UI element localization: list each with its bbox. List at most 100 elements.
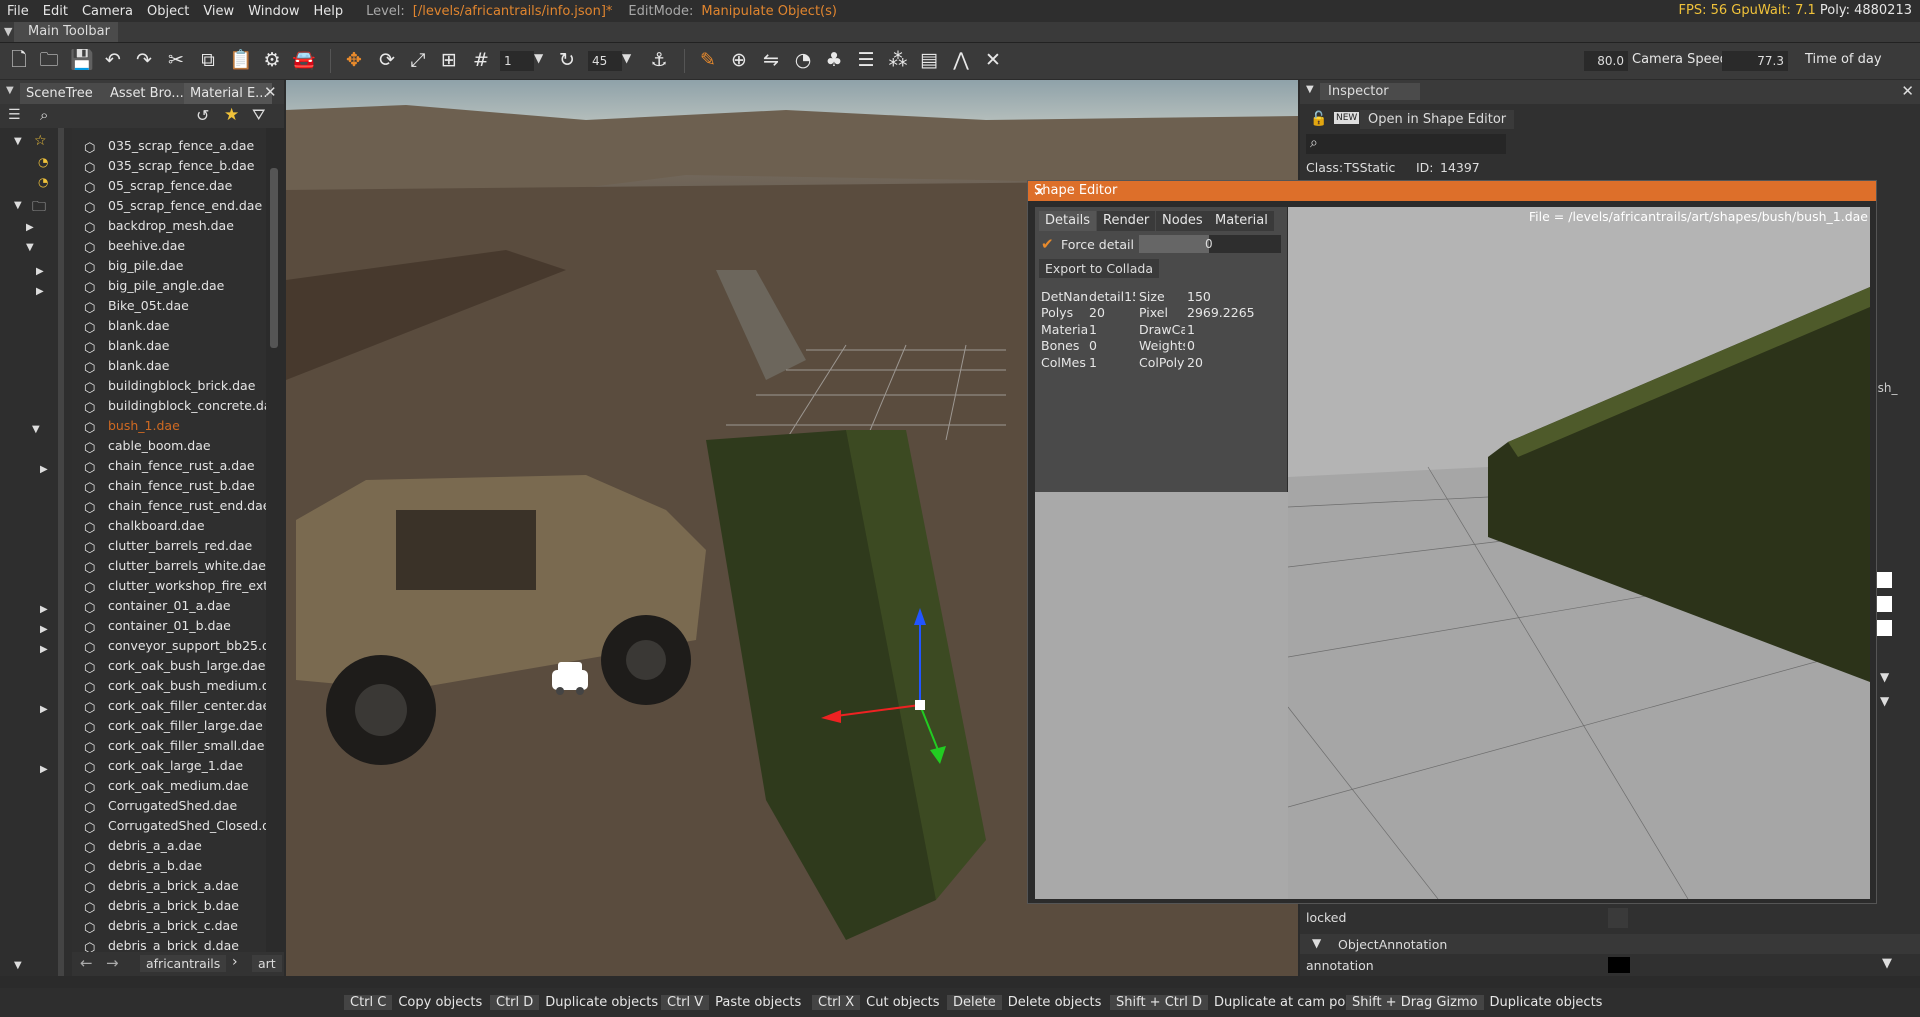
tab-material[interactable]: Material	[1209, 211, 1274, 231]
list-item[interactable]: ⬡ debris_a_b.dae	[72, 856, 266, 876]
tree-list-icon[interactable]: ☰	[8, 107, 21, 123]
back-arrow-icon[interactable]: ←	[80, 954, 93, 972]
menu-view[interactable]: View	[196, 4, 241, 19]
locked-checkbox[interactable]	[1608, 908, 1628, 928]
list-item[interactable]: ⬡ blank.dae	[72, 336, 266, 356]
redo-icon[interactable]: ↷	[133, 49, 155, 71]
menu-help[interactable]: Help	[306, 4, 350, 19]
list-item[interactable]: ⬡ blank.dae	[72, 316, 266, 336]
close-icon[interactable]: ✕	[264, 83, 277, 101]
expand-icon[interactable]: ▼	[26, 242, 34, 253]
shape-editor-titlebar[interactable]: Shape Editor ✕	[1028, 181, 1876, 201]
close-icon[interactable]: ✕	[1034, 183, 1868, 203]
shape-preview-viewport[interactable]: File = /levels/africantrails/art/shapes/…	[1288, 207, 1870, 899]
collapse-arrow-icon[interactable]: ▶	[36, 286, 44, 297]
annotation-dropdown-icon[interactable]: ▼	[1882, 956, 1892, 971]
scale-gizmo-icon[interactable]: ⤢	[407, 49, 429, 71]
list-item[interactable]: ⬡ container_01_b.dae	[72, 616, 266, 636]
folder-icon[interactable]: 🗀	[32, 196, 46, 220]
add-object-icon[interactable]: ⊕	[728, 49, 750, 71]
list-item[interactable]: ⬡ chain_fence_rust_b.dae	[72, 476, 266, 496]
terrain-paint-icon[interactable]: ◔	[792, 49, 814, 71]
list-item[interactable]: ⬡ buildingblock_concrete.da	[72, 396, 266, 416]
road-icon[interactable]: ⋀	[950, 49, 972, 71]
scatter-icon[interactable]: ⁂	[887, 49, 909, 71]
collapse-arrow-icon[interactable]: ▶	[40, 704, 48, 715]
list-item[interactable]: ⬡ cork_oak_bush_medium.da	[72, 676, 266, 696]
breadcrumb-item[interactable]: africantrails	[140, 955, 227, 972]
color-swatch[interactable]	[1876, 596, 1892, 612]
list-item[interactable]: ⬡ 05_scrap_fence.dae	[72, 176, 266, 196]
list-item[interactable]: ⬡ debris_a_brick_b.dae	[72, 896, 266, 916]
inspector-tab[interactable]: Inspector	[1320, 83, 1420, 100]
menu-window[interactable]: Window	[241, 4, 306, 19]
list-item[interactable]: ⬡ cork_oak_filler_center.dae	[72, 696, 266, 716]
tab-nodes[interactable]: Nodes	[1156, 211, 1209, 231]
rotate-gizmo-icon[interactable]: ⟳	[376, 49, 398, 71]
list-item[interactable]: ⬡ Bike_05t.dae	[72, 296, 266, 316]
close-icon[interactable]: ✕	[1901, 82, 1914, 100]
snap-value-field[interactable]: 1	[500, 51, 534, 71]
list-item[interactable]: ⬡ CorrugatedShed_Closed.d	[72, 816, 266, 836]
list-item[interactable]: ⬡ conveyor_support_bb25.da	[72, 636, 266, 656]
menu-camera[interactable]: Camera	[75, 4, 140, 19]
menu-file[interactable]: File	[0, 4, 36, 19]
color-swatch[interactable]	[1876, 620, 1892, 636]
collapse-arrow-icon[interactable]: ▶	[40, 644, 48, 655]
snap-dropdown-icon[interactable]: ▼	[534, 51, 543, 65]
collapse-arrow-icon[interactable]: ▶	[36, 266, 44, 277]
collapse-icon[interactable]: ▼	[6, 85, 14, 96]
color-swatch[interactable]	[1876, 572, 1892, 588]
dropdown-arrow-icon[interactable]: ▼	[1880, 694, 1889, 708]
mesh-road-icon[interactable]: ✕	[982, 49, 1004, 71]
collapse-arrow-icon[interactable]: ▶	[40, 464, 48, 475]
list-item[interactable]: ⬡ container_01_a.dae	[72, 596, 266, 616]
decal-road-icon[interactable]: ▤	[918, 49, 940, 71]
list-item[interactable]: ⬡ chalkboard.dae	[72, 516, 266, 536]
list-item[interactable]: ⬡ CorrugatedShed.dae	[72, 796, 266, 816]
tree-scrollbar[interactable]	[58, 128, 64, 976]
dropdown-arrow-icon[interactable]: ▼	[1880, 670, 1889, 684]
scrollbar-thumb[interactable]	[270, 168, 278, 348]
tab-asset-browser[interactable]: Asset Bro...	[104, 83, 188, 104]
forward-arrow-icon[interactable]: →	[106, 954, 119, 972]
tab-scenetree[interactable]: SceneTree	[20, 83, 108, 104]
collapse-arrow-icon[interactable]: ▶	[26, 222, 34, 233]
paste-icon[interactable]: 📋	[229, 49, 253, 71]
layers-icon[interactable]: ☰	[855, 49, 877, 71]
list-item[interactable]: ⬡ cork_oak_filler_small.dae	[72, 736, 266, 756]
settings-gear-icon[interactable]: ⚙	[261, 49, 283, 71]
list-item[interactable]: ⬡ 05_scrap_fence_end.dae	[72, 196, 266, 216]
collapse-arrow-icon[interactable]: ▶	[40, 764, 48, 775]
list-item[interactable]: ⬡ debris_a_brick_c.dae	[72, 916, 266, 936]
world-space-icon[interactable]: ⊞	[438, 49, 460, 71]
breadcrumb-item[interactable]: art	[252, 955, 282, 972]
list-item[interactable]: ⬡ cork_oak_filler_large.dae	[72, 716, 266, 736]
list-item[interactable]: ⬡ clutter_workshop_fire_extin	[72, 576, 266, 596]
list-item[interactable]: ⬡ cork_oak_large_1.dae	[72, 756, 266, 776]
save-icon[interactable]: 💾	[70, 49, 94, 71]
forest-icon[interactable]: ♣	[823, 49, 845, 71]
collapse-icon[interactable]: ▼	[1306, 84, 1314, 95]
list-item[interactable]: ⬡ buildingblock_brick.dae	[72, 376, 266, 396]
expand-icon[interactable]: ▼	[32, 424, 40, 435]
list-item[interactable]: ⬡ big_pile_angle.dae	[72, 276, 266, 296]
road-tool-icon[interactable]: ⇋	[760, 49, 782, 71]
expand-icon[interactable]: ▼	[1312, 936, 1321, 950]
vehicle-icon[interactable]: 🚘	[292, 49, 316, 71]
list-item[interactable]: ⬡ 035_scrap_fence_b.dae	[72, 156, 266, 176]
expand-icon[interactable]: ▼	[14, 960, 22, 971]
file-list-scrollbar[interactable]	[266, 128, 284, 976]
list-item[interactable]: ⬡ big_pile.dae	[72, 256, 266, 276]
force-detail-slider[interactable]: 0	[1139, 235, 1281, 253]
tab-material-editor[interactable]: Material E...	[184, 83, 272, 104]
favorites-star-icon[interactable]: ★	[224, 105, 239, 125]
lock-icon[interactable]: 🔓	[1310, 111, 1327, 127]
list-item[interactable]: ⬡ chain_fence_rust_a.dae	[72, 456, 266, 476]
move-gizmo-icon[interactable]: ✥	[343, 49, 365, 71]
tab-details[interactable]: Details	[1039, 211, 1097, 231]
favorite-item-icon[interactable]: ◔	[38, 175, 48, 189]
rotate-snap-icon[interactable]: ↻	[556, 49, 578, 71]
menu-object[interactable]: Object	[140, 4, 196, 19]
camera-speed-field[interactable]: 77.3	[1722, 51, 1788, 71]
